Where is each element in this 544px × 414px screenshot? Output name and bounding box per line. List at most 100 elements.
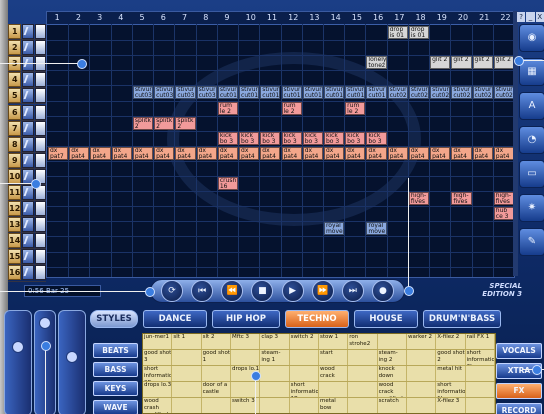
loop-block[interactable]: rum le 2	[217, 101, 239, 115]
sample-cell[interactable]: good shot 2	[436, 350, 466, 365]
loop-block[interactable]: dx pat4	[323, 146, 345, 160]
track-edit-icon[interactable]	[35, 72, 46, 88]
track-edit-icon[interactable]	[35, 120, 46, 136]
track-number[interactable]: 13	[8, 217, 22, 233]
bar-number[interactable]: 9	[224, 13, 229, 22]
loop-block[interactable]: splitk 2	[175, 116, 196, 130]
play-button[interactable]: ▶	[281, 280, 304, 302]
mute-button[interactable]	[22, 152, 35, 168]
mute-button[interactable]	[22, 24, 35, 40]
sample-cell[interactable]: short information 2R	[143, 366, 173, 381]
minimize-button[interactable]: _	[526, 12, 535, 22]
loop-block[interactable]: drop is 01	[387, 26, 408, 39]
loop-block[interactable]: stivur cut01	[260, 86, 281, 100]
sample-cell[interactable]	[290, 398, 319, 413]
sample-cell[interactable]: steam-ing 2	[378, 350, 407, 365]
loop-block[interactable]: kick bo 3	[217, 131, 239, 145]
bar-number[interactable]: 3	[97, 13, 102, 22]
burst-icon[interactable]: ✷	[519, 194, 544, 222]
bar-number[interactable]: 10	[246, 13, 256, 22]
sample-cell[interactable]: start	[319, 350, 349, 365]
loop-block[interactable]: high-fives 3	[451, 192, 472, 206]
slider-knob[interactable]	[39, 317, 51, 329]
sample-cell[interactable]	[231, 350, 261, 365]
track-number[interactable]: 5	[8, 88, 22, 104]
track-edit-icon[interactable]	[35, 136, 46, 152]
loop-block[interactable]: stivur cut01	[366, 86, 387, 100]
bar-number[interactable]: 8	[203, 13, 208, 22]
loop-block[interactable]: kick bo 3	[260, 131, 281, 145]
sample-cell[interactable]: metal hit	[436, 366, 466, 381]
loop-block[interactable]: dx pat4	[217, 146, 239, 160]
timer-icon[interactable]: ◔	[519, 126, 544, 154]
loop-block[interactable]: kick bo 3	[366, 131, 387, 145]
loop-block[interactable]: glit 2	[451, 56, 472, 70]
sample-cell[interactable]: good shot 1	[202, 350, 231, 365]
loop-block[interactable]: glit 2	[430, 56, 451, 70]
sample-cell[interactable]: Mftc 3	[231, 334, 261, 349]
loop-block[interactable]: royal move 2R	[366, 222, 387, 236]
sample-cell[interactable]: short information 1R	[290, 382, 319, 397]
sample-cell[interactable]	[348, 398, 378, 413]
track-number[interactable]: 7	[8, 120, 22, 136]
record-button[interactable]: RECORD	[496, 403, 542, 414]
forward-end-button[interactable]: ⏭	[341, 280, 364, 302]
loop-block[interactable]: rum le 2	[281, 101, 302, 115]
sample-cell[interactable]: short information 1L	[436, 382, 466, 397]
loop-button[interactable]: ⟳	[161, 280, 184, 302]
sample-cell[interactable]	[260, 382, 290, 397]
track-edit-icon[interactable]	[35, 88, 46, 104]
category-wave-button[interactable]: WAVE	[93, 400, 138, 414]
bar-number[interactable]: 14	[331, 13, 341, 22]
loop-block[interactable]: high-fives 2	[408, 192, 430, 206]
sample-cell[interactable]: ron strohe2	[348, 334, 378, 349]
sample-cell[interactable]	[172, 398, 202, 413]
loop-block[interactable]: dx pat7	[48, 146, 69, 160]
loop-block[interactable]: dx pat4	[260, 146, 281, 160]
loop-block[interactable]: stivur cut02	[408, 86, 430, 100]
mute-button[interactable]	[22, 120, 35, 136]
track-number[interactable]: 1	[8, 24, 22, 40]
bar-number[interactable]: 7	[182, 13, 187, 22]
bar-number[interactable]: 20	[458, 13, 468, 22]
sample-cell[interactable]: X-filez 3	[436, 398, 466, 413]
style-hip-hopbutton[interactable]: HIP HOP	[212, 310, 280, 328]
sample-cell[interactable]	[348, 382, 378, 397]
sample-cell[interactable]	[202, 366, 231, 381]
loop-block[interactable]: stivur cut02	[451, 86, 472, 100]
loop-block[interactable]: crush 16	[217, 177, 239, 190]
sample-cell[interactable]: knock down	[378, 366, 407, 381]
mute-button[interactable]	[22, 249, 35, 265]
volume-slider-left[interactable]	[4, 310, 32, 414]
sample-cell[interactable]	[407, 366, 437, 381]
sample-cell[interactable]	[319, 382, 349, 397]
sample-cell[interactable]	[172, 382, 202, 397]
loop-block[interactable]: dx pat4	[493, 146, 514, 160]
loop-block[interactable]: dx pat4	[387, 146, 408, 160]
sample-cell[interactable]	[348, 366, 378, 381]
loop-block[interactable]: kick bo 3	[281, 131, 302, 145]
bar-number[interactable]: 6	[161, 13, 166, 22]
loop-block[interactable]: dx pat4	[132, 146, 154, 160]
loop-block[interactable]: dx pat4	[281, 146, 302, 160]
loop-block[interactable]: dx pat4	[69, 146, 90, 160]
sample-cell[interactable]	[466, 382, 495, 397]
loop-block[interactable]: splitk 2	[154, 116, 175, 130]
style-housebutton[interactable]: HOUSE	[354, 310, 418, 328]
track-edit-icon[interactable]	[35, 104, 46, 120]
record-button[interactable]: ●	[371, 280, 394, 302]
track-number[interactable]: 11	[8, 184, 22, 200]
pen-icon[interactable]: ✎	[519, 228, 544, 256]
loop-block[interactable]: stivur cut01	[345, 86, 366, 100]
track-number[interactable]: 15	[8, 249, 22, 265]
rewind-start-button[interactable]: ⏮	[191, 280, 214, 302]
loop-block[interactable]: stivur cut03	[196, 86, 217, 100]
loop-block[interactable]: rum le 2	[345, 101, 366, 115]
sample-cell[interactable]: steam-ing 1	[260, 350, 290, 365]
loop-block[interactable]: dx pat4	[472, 146, 493, 160]
vocals-button[interactable]: VOCALS	[496, 343, 542, 359]
sample-cell[interactable]: X-filez 2	[436, 334, 466, 349]
sample-cell[interactable]: metal bow	[319, 398, 349, 413]
slider-knob[interactable]	[12, 341, 24, 353]
bar-number[interactable]: 18	[415, 13, 425, 22]
